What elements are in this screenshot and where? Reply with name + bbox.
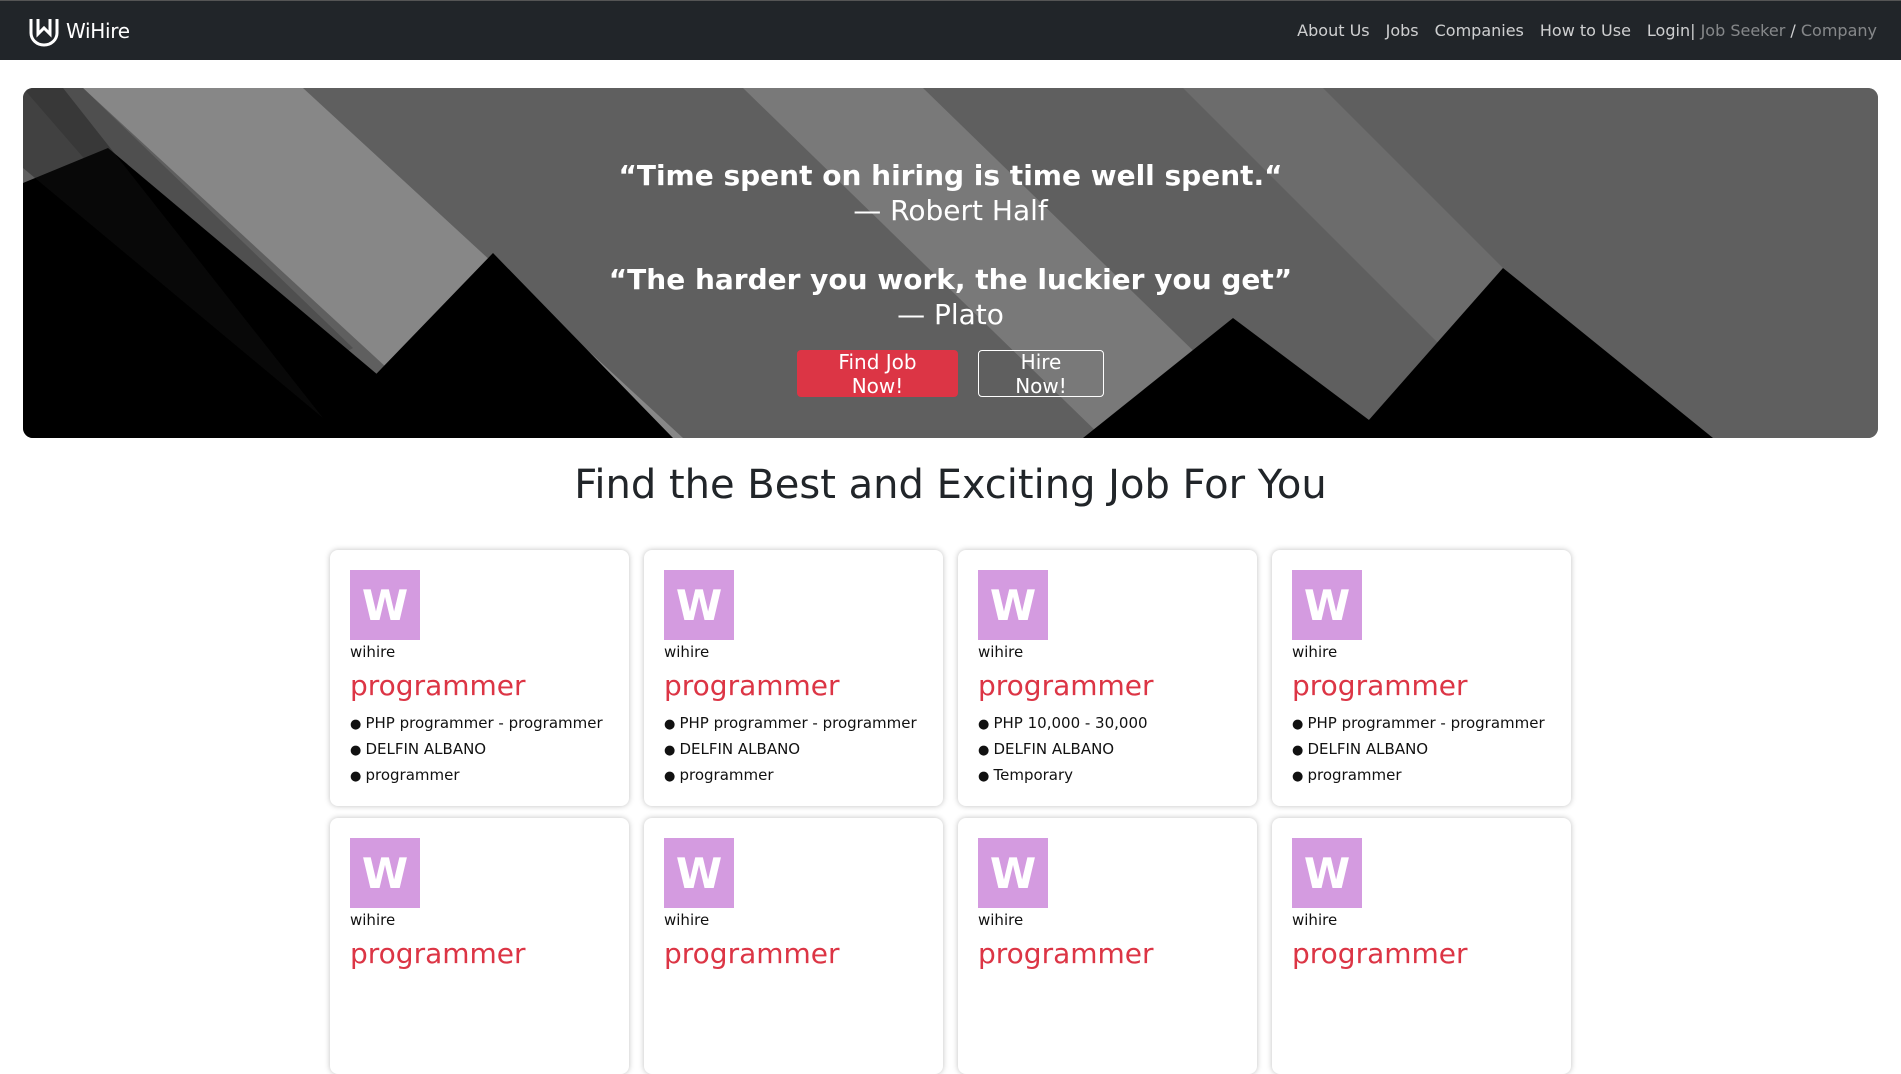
- job-card[interactable]: W wihire programmer: [330, 818, 629, 1074]
- job-title[interactable]: programmer: [664, 669, 923, 703]
- hero-author-1: — Robert Half: [853, 194, 1048, 227]
- job-detail-salary: PHP 10,000 - 30,000: [978, 711, 1237, 737]
- company-logo: W: [978, 570, 1048, 640]
- login-label: Login: [1646, 21, 1691, 40]
- job-title[interactable]: programmer: [1292, 669, 1551, 703]
- job-detail-location: DELFIN ALBANO: [978, 737, 1237, 763]
- job-card[interactable]: W wihire programmer PHP programmer - pro…: [330, 550, 629, 806]
- login-slash: /: [1790, 21, 1796, 40]
- job-title[interactable]: programmer: [1292, 937, 1551, 971]
- job-card[interactable]: W wihire programmer: [958, 818, 1257, 1074]
- job-card[interactable]: W wihire programmer PHP 10,000 - 30,000 …: [958, 550, 1257, 806]
- company-name: wihire: [1292, 911, 1338, 929]
- job-title[interactable]: programmer: [664, 937, 923, 971]
- company-logo: W: [1292, 838, 1362, 908]
- company-logo: W: [664, 570, 734, 640]
- hero-buttons: Find Job Now! Hire Now!: [797, 350, 1104, 398]
- wihire-logo-icon: [28, 15, 60, 47]
- nav-companies[interactable]: Companies: [1435, 21, 1524, 40]
- company-logo: W: [350, 570, 420, 640]
- job-details: PHP programmer - programmer DELFIN ALBAN…: [1292, 711, 1551, 789]
- job-detail-location: DELFIN ALBANO: [1292, 737, 1551, 763]
- company-name: wihire: [664, 911, 710, 929]
- nav-links: About Us Jobs Companies How to Use Login…: [1281, 21, 1877, 40]
- job-detail-location: DELFIN ALBANO: [350, 737, 609, 763]
- company-logo: W: [664, 838, 734, 908]
- login-company[interactable]: Company: [1801, 21, 1877, 40]
- company-name: wihire: [664, 643, 710, 661]
- section-title: Find the Best and Exciting Job For You: [574, 462, 1327, 508]
- job-title[interactable]: programmer: [350, 937, 609, 971]
- job-details: PHP programmer - programmer DELFIN ALBAN…: [350, 711, 609, 789]
- company-logo: W: [1292, 570, 1362, 640]
- company-name: wihire: [350, 911, 396, 929]
- company-logo: W: [350, 838, 420, 908]
- company-name: wihire: [978, 911, 1024, 929]
- job-detail-salary: PHP programmer - programmer: [350, 711, 609, 737]
- job-title[interactable]: programmer: [978, 669, 1237, 703]
- job-details: PHP programmer - programmer DELFIN ALBAN…: [664, 711, 923, 789]
- login-group: Login | Job Seeker / Company: [1647, 21, 1877, 40]
- job-detail-type: programmer: [1292, 763, 1551, 789]
- company-name: wihire: [1292, 643, 1338, 661]
- job-card[interactable]: W wihire programmer: [644, 818, 943, 1074]
- job-card[interactable]: W wihire programmer: [1272, 818, 1571, 1074]
- hero-banner: “Time spent on hiring is time well spent…: [23, 88, 1878, 438]
- hero-author-2: — Plato: [897, 298, 1004, 331]
- find-job-button[interactable]: Find Job Now!: [797, 350, 958, 398]
- hero-content: “Time spent on hiring is time well spent…: [23, 88, 1878, 438]
- company-logo: W: [978, 838, 1048, 908]
- job-card[interactable]: W wihire programmer PHP programmer - pro…: [1272, 550, 1571, 806]
- login-job-seeker[interactable]: Job Seeker: [1701, 21, 1786, 40]
- job-detail-type: programmer: [350, 763, 609, 789]
- job-detail-salary: PHP programmer - programmer: [1292, 711, 1551, 737]
- job-details: PHP 10,000 - 30,000 DELFIN ALBANO Tempor…: [978, 711, 1237, 789]
- job-detail-location: DELFIN ALBANO: [664, 737, 923, 763]
- job-detail-type: programmer: [664, 763, 923, 789]
- job-title[interactable]: programmer: [350, 669, 609, 703]
- hero-quote-2: “The harder you work, the luckier you ge…: [608, 263, 1293, 296]
- job-card[interactable]: W wihire programmer PHP programmer - pro…: [644, 550, 943, 806]
- login-separator: |: [1690, 21, 1696, 40]
- brand-name: WiHire: [66, 18, 130, 43]
- top-navbar: WiHire About Us Jobs Companies How to Us…: [0, 0, 1901, 60]
- nav-jobs[interactable]: Jobs: [1386, 21, 1419, 40]
- nav-about-us[interactable]: About Us: [1297, 21, 1369, 40]
- company-name: wihire: [350, 643, 396, 661]
- nav-how-to-use[interactable]: How to Use: [1540, 21, 1631, 40]
- company-name: wihire: [978, 643, 1024, 661]
- job-grid: W wihire programmer PHP programmer - pro…: [330, 550, 1572, 1074]
- brand-link[interactable]: WiHire: [28, 15, 130, 47]
- hire-now-button[interactable]: Hire Now!: [978, 350, 1104, 398]
- job-detail-salary: PHP programmer - programmer: [664, 711, 923, 737]
- job-title[interactable]: programmer: [978, 937, 1237, 971]
- hero-quote-1: “Time spent on hiring is time well spent…: [618, 159, 1283, 192]
- job-detail-type: Temporary: [978, 763, 1237, 789]
